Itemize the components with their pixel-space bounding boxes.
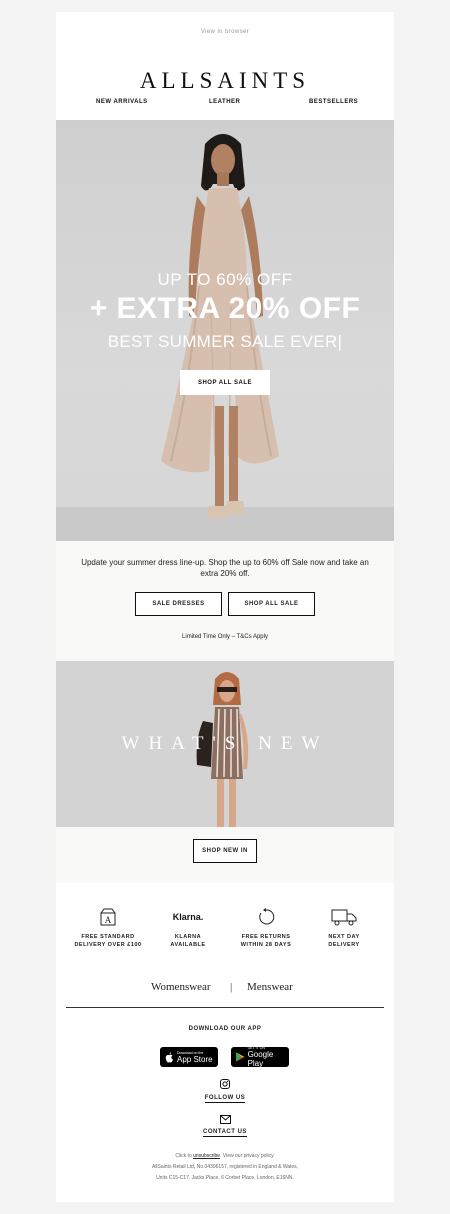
follow-us-label: FOLLOW US [204,1095,246,1103]
usp-klarna: Klarna. KLARNA AVAILABLE [146,907,230,949]
usp-free-delivery: A FREE STANDARD DELIVERY OVER £100 [66,907,150,949]
sale-dresses-button[interactable]: SALE DRESSES [135,592,222,616]
email-body: View in browser ALLSAINTS NEW ARRIVALS L… [56,12,394,1202]
whats-new-banner[interactable]: WHAT'S NEW [56,661,394,827]
hero-banner[interactable]: UP TO 60% OFF + EXTRA 20% OFF BEST SUMME… [56,120,394,541]
brand-logo[interactable]: ALLSAINTS [56,68,394,94]
footer-pre: Click to [175,1153,192,1159]
svg-text:A: A [105,915,112,925]
gender-divider: | [230,981,233,993]
model-in-dress-image [161,134,279,518]
hero-tagline: BEST SUMMER SALE EVER| [107,332,343,351]
contact-us-link[interactable]: CONTACT US [56,1129,394,1137]
shop-new-section: SHOP NEW IN [56,827,394,883]
appstore-label: App Store [177,1054,213,1064]
contact-us-label: CONTACT US [203,1129,247,1137]
nav-leather[interactable]: LEATHER [209,99,240,105]
hero-extra-off-line: + EXTRA 20% OFF [89,292,361,325]
promo-section: Update your summer dress line-up. Shop t… [56,541,394,661]
download-app-heading: DOWNLOAD OUR APP [188,1026,262,1032]
gender-links: Womenswear | Menswear [56,981,394,997]
divider-line [66,1007,384,1008]
usp-label-line2: AVAILABLE [170,942,206,948]
usp-label-line1: FREE RETURNS [241,934,291,940]
usp-next-day: NEXT DAY DELIVERY [302,907,386,949]
klarna-logo: Klarna. [172,912,204,922]
menswear-link[interactable]: Menswear [247,981,293,993]
top-nav: NEW ARRIVALS LEATHER BESTSELLERS [56,99,394,111]
footer-post: . View our privacy policy. [220,1153,275,1159]
promo-copy: Update your summer dress line-up. Shop t… [81,558,369,578]
nav-new-arrivals[interactable]: NEW ARRIVALS [96,99,148,105]
follow-us-link[interactable]: FOLLOW US [56,1095,394,1103]
instagram-icon[interactable] [220,1079,230,1089]
terms-note: Limited Time Only – T&Cs Apply [182,634,268,640]
footer-address-line: Units C15-C17, Jacks Place, 6 Corbet Pla… [156,1175,294,1181]
usp-label-line2: WITHIN 28 DAYS [240,942,292,948]
mail-icon[interactable] [220,1115,231,1124]
truck-icon [331,909,357,926]
womenswear-link[interactable]: Womenswear [151,981,211,993]
app-store-button[interactable]: Download on the App Store [160,1047,218,1067]
shop-all-sale-button[interactable]: SHOP ALL SALE [228,592,315,616]
view-in-browser-link[interactable]: View in browser [56,29,394,35]
footer-unsubscribe-line: Click to unsubscribe. View our privacy p… [56,1153,394,1159]
shop-new-in-button[interactable]: SHOP NEW IN [193,839,257,863]
usp-label-line1: FREE STANDARD [81,934,135,940]
usp-label-line1: NEXT DAY [328,934,360,940]
shop-all-sale-hero-button[interactable]: SHOP ALL SALE [180,370,270,395]
usp-label-line2: DELIVERY [328,942,360,948]
gplay-label: Google Play [247,1050,274,1068]
usp-label-line1: KLARNA [174,934,202,940]
returns-icon [259,908,275,925]
google-play-icon [236,1052,245,1062]
hero-discount-line: UP TO 60% OFF [157,270,293,289]
google-play-button[interactable]: GET IT ON Google Play [231,1046,289,1068]
nav-bestsellers[interactable]: BESTSELLERS [309,99,358,105]
box-a-icon: A [100,908,116,926]
apple-icon [165,1051,173,1062]
footer-company-line: AllSaints Retail Ltd, No.04396157, regis… [151,1164,298,1170]
unsubscribe-link[interactable]: unsubscribe [193,1153,220,1159]
usp-free-returns: FREE RETURNS WITHIN 28 DAYS [224,907,308,949]
whats-new-title: WHAT'S NEW [121,733,329,754]
usp-section: A FREE STANDARD DELIVERY OVER £100 Klarna… [56,883,394,967]
usp-label-line2: DELIVERY OVER £100 [74,942,142,948]
